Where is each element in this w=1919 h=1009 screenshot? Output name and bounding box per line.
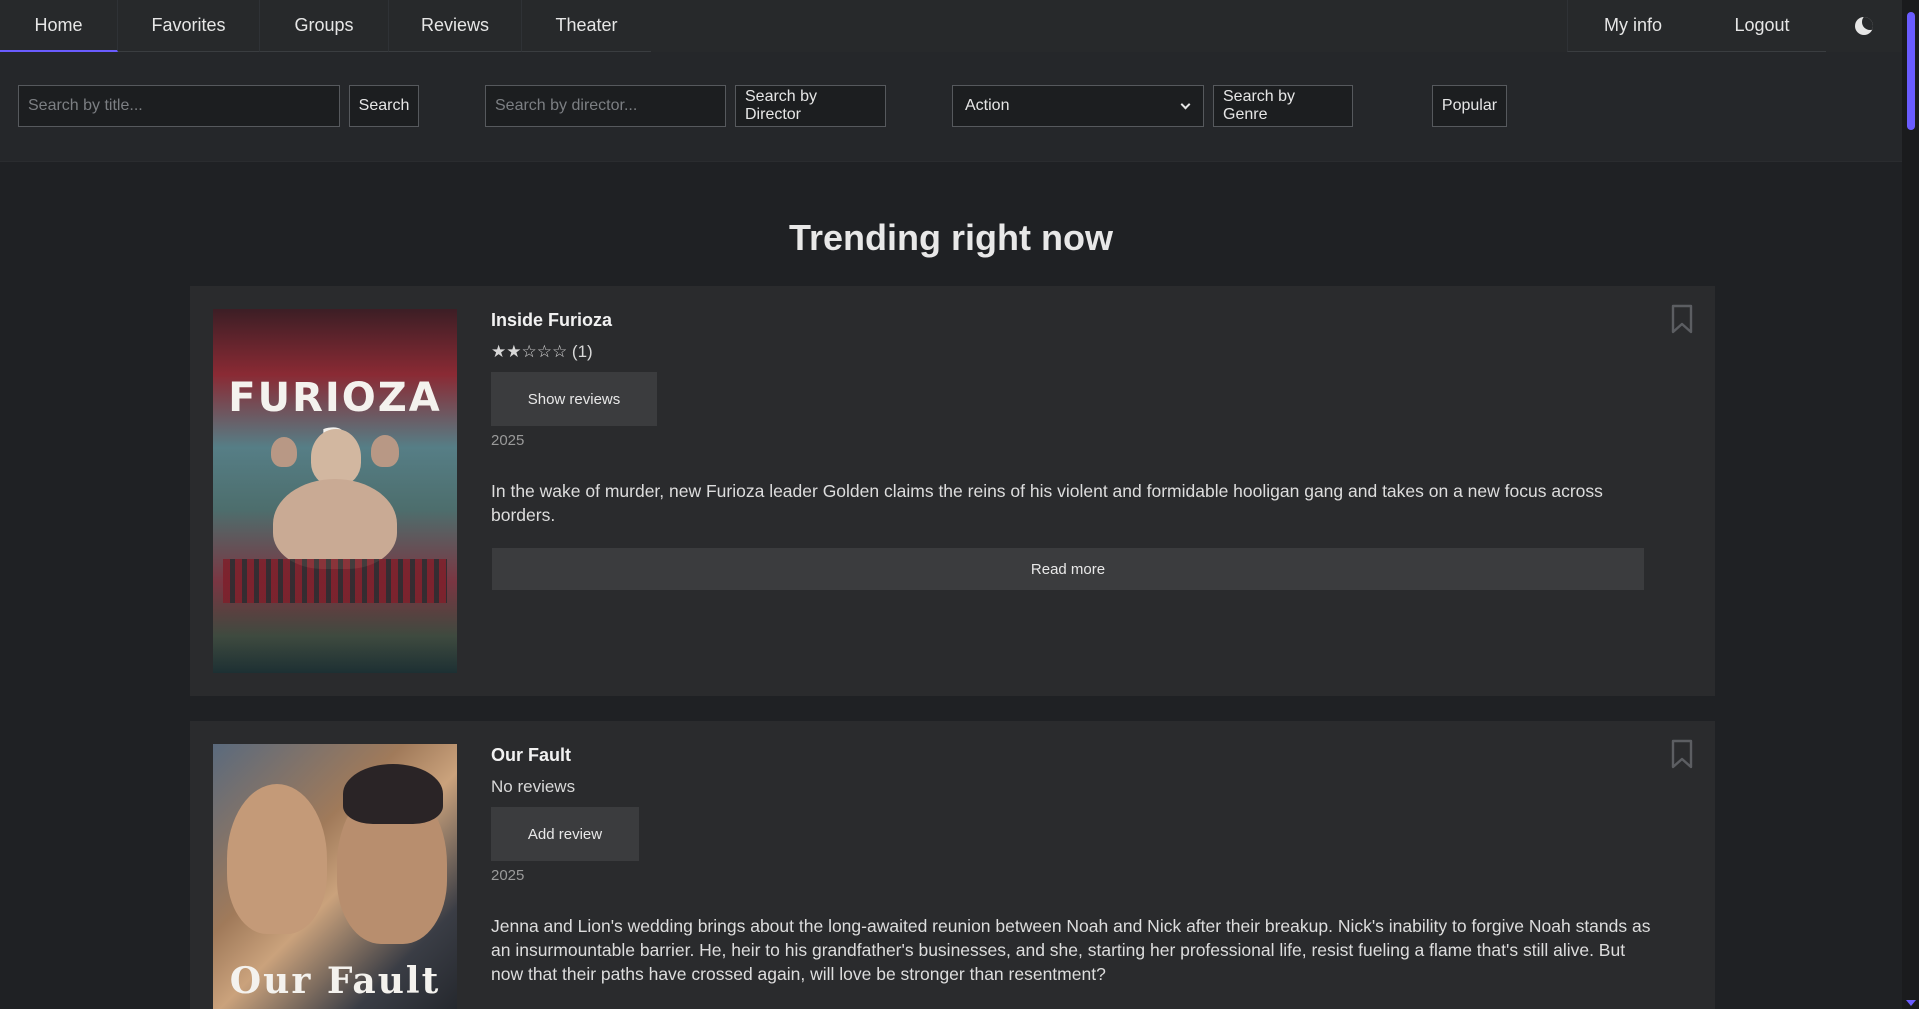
poster-figure [271, 437, 297, 467]
nav-home[interactable]: Home [0, 0, 118, 52]
page-title: Trending right now [789, 217, 1113, 258]
movie-description: In the wake of murder, new Furioza leade… [491, 481, 1603, 525]
movie-poster[interactable]: FURIOZA 2 [213, 309, 457, 673]
bookmark-icon[interactable] [1671, 739, 1693, 769]
genre-select-value: Action [965, 97, 1010, 114]
theme-toggle[interactable] [1826, 0, 1902, 52]
poster-figure [343, 764, 443, 824]
poster-title: Our Fault [229, 960, 441, 1002]
page-scrollbar[interactable] [1902, 0, 1919, 1009]
bookmark-icon[interactable] [1671, 304, 1693, 334]
chevron-down-icon [1180, 99, 1191, 109]
nav-logout[interactable]: Logout [1698, 0, 1826, 52]
nav-right: My info Logout [1567, 0, 1902, 52]
poster-figure [227, 784, 327, 934]
nav-my-info[interactable]: My info [1567, 0, 1698, 52]
popular-button[interactable]: Popular [1432, 85, 1507, 127]
title-search-button[interactable]: Search [349, 85, 419, 127]
movie-rating: ★★☆☆☆ (1) [491, 342, 593, 361]
search-bar: Search Search by Director Action Search … [0, 52, 1902, 162]
movie-year: 2025 [491, 867, 525, 884]
title-search-input[interactable] [18, 85, 340, 127]
director-search-button[interactable]: Search by Director [735, 85, 886, 127]
poster-crowd [223, 559, 447, 603]
genre-select[interactable]: Action [952, 85, 1204, 127]
show-reviews-button[interactable]: Show reviews [491, 372, 657, 426]
top-nav: Home Favorites Groups Reviews Theater My… [0, 0, 1902, 52]
main-content: Trending right now FURIOZA 2 Inside Furi… [0, 163, 1902, 1009]
poster-figure [273, 479, 397, 569]
nav-theater[interactable]: Theater [522, 0, 651, 52]
movie-poster[interactable]: Our Fault [213, 744, 457, 1009]
director-search-input[interactable] [485, 85, 726, 127]
nav-left: Home Favorites Groups Reviews Theater [0, 0, 651, 52]
read-more-button[interactable]: Read more [492, 548, 1644, 590]
movie-description: Jenna and Lion's wedding brings about th… [491, 916, 1651, 984]
movie-card: Our Fault Our Fault No reviews Add revie… [190, 721, 1715, 1009]
movie-title[interactable]: Inside Furioza [491, 310, 612, 331]
moon-icon [1855, 17, 1873, 35]
movie-year: 2025 [491, 432, 525, 449]
scroll-down-arrow-icon[interactable] [1906, 1000, 1916, 1006]
genre-search-button[interactable]: Search by Genre [1213, 85, 1353, 127]
poster-figure [371, 435, 399, 467]
nav-favorites[interactable]: Favorites [118, 0, 260, 52]
nav-groups[interactable]: Groups [260, 0, 389, 52]
movie-rating: No reviews [491, 777, 576, 796]
scrollbar-thumb[interactable] [1907, 12, 1915, 130]
poster-figure [311, 429, 361, 485]
movie-title[interactable]: Our Fault [491, 745, 571, 766]
add-review-button[interactable]: Add review [491, 807, 639, 861]
movie-card: FURIOZA 2 Inside Furioza ★★☆☆☆ (1) Show … [190, 286, 1715, 696]
nav-reviews[interactable]: Reviews [389, 0, 522, 52]
